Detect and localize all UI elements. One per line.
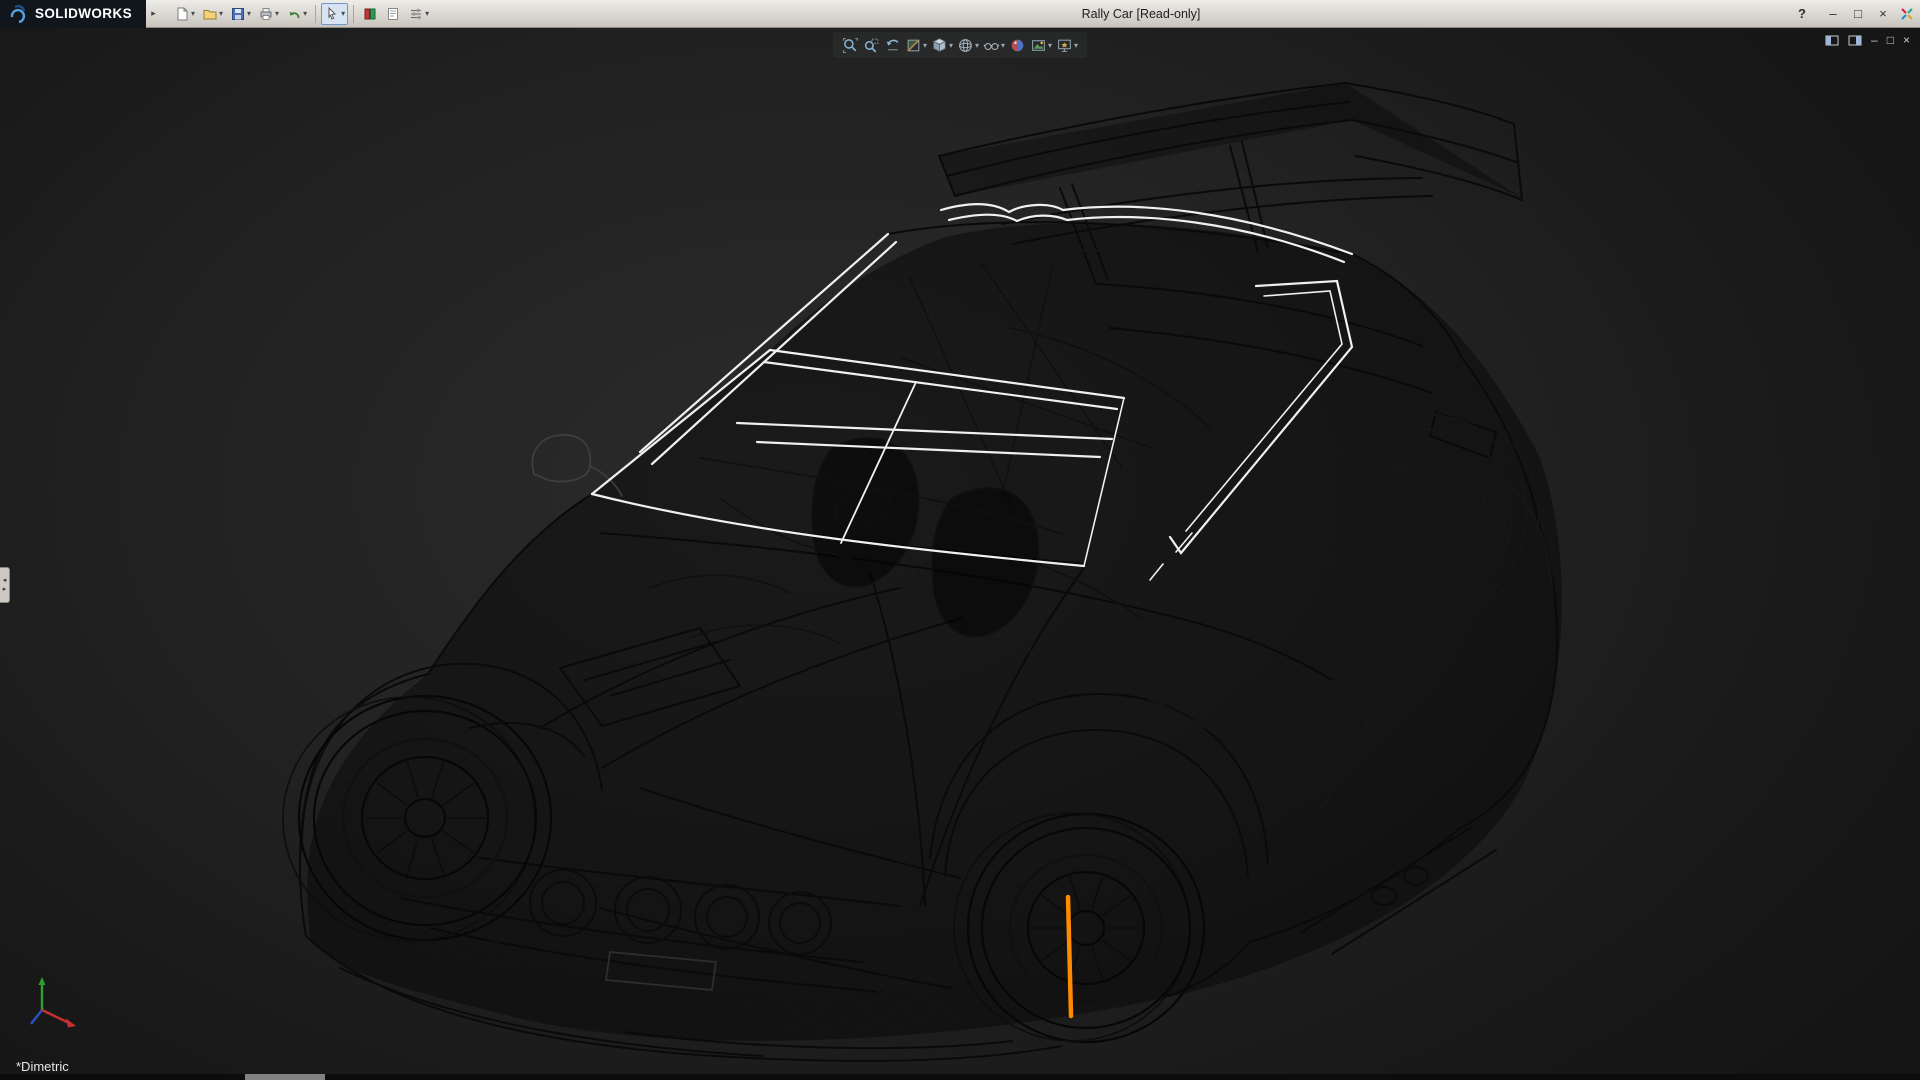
view-settings-icon <box>1056 37 1073 54</box>
doc-close-button[interactable]: × <box>1903 33 1910 47</box>
zoom-to-fit-icon <box>842 37 859 54</box>
dropdown-caret[interactable]: ▾ <box>341 9 345 18</box>
previous-window-button[interactable] <box>1825 35 1839 46</box>
save-button[interactable]: ▾ <box>227 3 254 25</box>
dropdown-caret[interactable]: ▾ <box>425 9 429 18</box>
toolbar-separator <box>353 5 354 23</box>
featuremanager-expand-tab[interactable]: ◂ ▸ <box>0 567 10 603</box>
hide-show-glasses-icon <box>983 37 1000 54</box>
section-view-button[interactable]: ▾ <box>904 34 928 56</box>
zoom-to-area-icon <box>863 37 880 54</box>
save-floppy-icon <box>230 6 246 22</box>
close-button[interactable]: × <box>1875 4 1891 24</box>
selected-edge[interactable] <box>1068 897 1071 1016</box>
apply-scene-button[interactable]: ▾ <box>1029 34 1053 56</box>
pane-right-icon <box>1848 35 1862 46</box>
open-button[interactable]: ▾ <box>199 3 226 25</box>
dropdown-caret[interactable]: ▾ <box>191 9 195 18</box>
new-button[interactable]: ▾ <box>171 3 198 25</box>
options-button[interactable]: ▾ <box>405 3 432 25</box>
model-canvas[interactable] <box>0 28 1920 1074</box>
sheet-properties-button[interactable] <box>382 3 404 25</box>
toolbar-separator <box>315 5 316 23</box>
next-window-button[interactable] <box>1848 35 1862 46</box>
status-strip-segment <box>245 1074 325 1080</box>
options-sliders-icon <box>408 6 424 22</box>
dropdown-caret[interactable]: ▾ <box>1074 41 1078 50</box>
dropdown-caret[interactable]: ▾ <box>1048 41 1052 50</box>
print-button[interactable]: ▾ <box>255 3 282 25</box>
dropdown-caret[interactable]: ▾ <box>303 9 307 18</box>
select-button[interactable]: ▾ <box>321 3 348 25</box>
undo-arrow-icon <box>286 6 302 22</box>
display-style-button[interactable]: ▾ <box>956 34 980 56</box>
window-controls: ? – □ × <box>1794 0 1914 28</box>
dropdown-caret[interactable]: ▾ <box>923 41 927 50</box>
view-orientation-label: *Dimetric <box>16 1059 69 1074</box>
zoom-to-area-button[interactable] <box>862 34 881 56</box>
dropdown-caret[interactable]: ▾ <box>949 41 953 50</box>
restore-button[interactable]: □ <box>1850 4 1866 24</box>
new-document-icon <box>174 6 190 22</box>
dassault-3ds-logo-icon <box>8 4 28 24</box>
standard-toolbar: ▾ ▾ ▾ ▾ ▾ <box>171 3 432 25</box>
dropdown-caret[interactable]: ▾ <box>247 9 251 18</box>
dropdown-caret[interactable]: ▾ <box>275 9 279 18</box>
zoom-to-fit-button[interactable] <box>841 34 860 56</box>
previous-view-button[interactable] <box>883 34 902 56</box>
dropdown-caret[interactable]: ▾ <box>975 41 979 50</box>
graphics-viewport[interactable]: ▾ ▾ ▾ ▾ <box>0 28 1920 1074</box>
status-strip <box>0 1074 1920 1080</box>
apply-scene-icon <box>1030 37 1047 54</box>
display-style-icon <box>957 37 974 54</box>
expand-left-arrow-icon: ◂ <box>3 577 7 584</box>
view-settings-button[interactable]: ▾ <box>1055 34 1079 56</box>
dropdown-caret[interactable]: ▾ <box>219 9 223 18</box>
edit-appearance-button[interactable] <box>1008 34 1027 56</box>
sheet-icon <box>385 6 401 22</box>
titlebar: SOLIDWORKS ▸ ▾ ▾ ▾ ▾ <box>0 0 1920 28</box>
undo-button[interactable]: ▾ <box>283 3 310 25</box>
headsup-toolbar: ▾ ▾ ▾ ▾ <box>833 32 1087 58</box>
printer-icon <box>258 6 274 22</box>
orientation-triad <box>31 977 76 1028</box>
document-window-controls: – □ × <box>1825 33 1910 47</box>
hide-show-items-button[interactable]: ▾ <box>982 34 1006 56</box>
menu-expand-button[interactable]: ▸ <box>146 3 161 25</box>
pane-left-icon <box>1825 35 1839 46</box>
dropdown-caret[interactable]: ▾ <box>1001 41 1005 50</box>
doc-minimize-button[interactable]: – <box>1871 33 1878 47</box>
window-title: Rally Car [Read-only] <box>1082 7 1201 21</box>
previous-view-icon <box>884 37 901 54</box>
solidworks-resources-icon <box>1900 7 1914 21</box>
brand-text: SOLIDWORKS <box>35 6 132 21</box>
appearances-button[interactable] <box>359 3 381 25</box>
open-folder-icon <box>202 6 218 22</box>
edit-appearance-ball-icon <box>1009 37 1026 54</box>
solidworks-brand: SOLIDWORKS <box>0 0 146 28</box>
section-view-icon <box>905 37 922 54</box>
view-orientation-cube-icon <box>931 37 948 54</box>
help-button[interactable]: ? <box>1794 4 1810 24</box>
view-orientation-button[interactable]: ▾ <box>930 34 954 56</box>
expand-right-arrow-icon: ▸ <box>3 586 7 593</box>
select-cursor-icon <box>324 6 340 22</box>
color-swatch-icon <box>362 6 378 22</box>
minimize-button[interactable]: – <box>1825 4 1841 24</box>
doc-restore-button[interactable]: □ <box>1887 33 1894 47</box>
